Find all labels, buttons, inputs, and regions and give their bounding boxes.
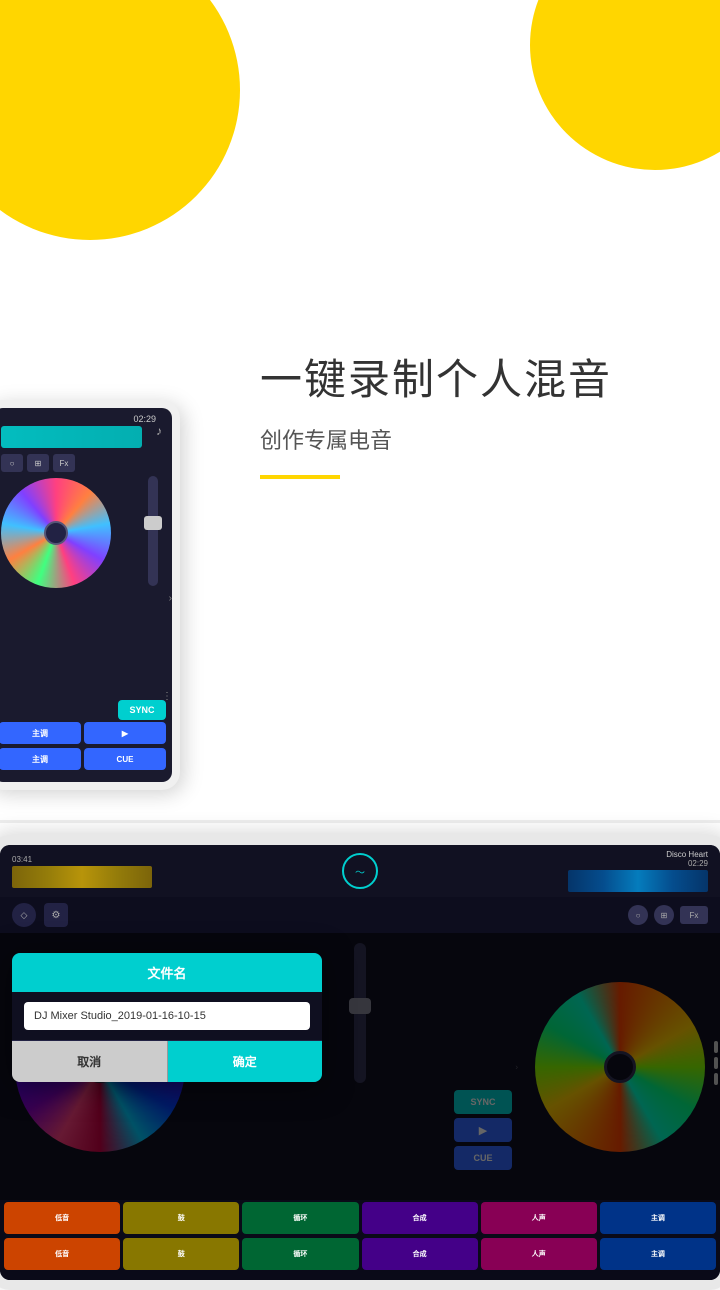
tt-time-display: 02:29: [133, 414, 156, 424]
tt-note-icon: ♪: [156, 424, 162, 438]
main-title: 一键录制个人混音: [260, 355, 710, 405]
bt-center-icon: 〜: [355, 864, 365, 879]
bt-pad-loop2[interactable]: 循环: [242, 1238, 358, 1270]
bt-right-time: 02:29: [688, 859, 708, 868]
bt-ctrl-fx[interactable]: Fx: [680, 906, 708, 924]
tt-ctrl-circle[interactable]: ○: [1, 454, 23, 472]
bt-controls-row: ◇ ⚙ ○ ⊞ Fx: [0, 897, 720, 933]
yellow-line-divider: [260, 475, 340, 479]
dialog-buttons: 取消 确定: [12, 1040, 322, 1082]
bt-pad-synth1[interactable]: 合成: [362, 1202, 478, 1234]
tablet-bottom: 03:41 〜 Disco Heart 02:29 ◇ ⚙ ○ ⊞ Fx: [0, 835, 720, 1290]
bt-waveform-right: [568, 870, 708, 892]
tt-fader[interactable]: [148, 476, 158, 586]
bt-left-time: 03:41: [12, 855, 152, 864]
bt-pad-vocal1[interactable]: 人声: [481, 1202, 597, 1234]
tt-disc-center: [44, 521, 68, 545]
bt-waveform-left: [12, 866, 152, 888]
tt-btn-play[interactable]: ▶: [84, 722, 166, 744]
blob-top-right: [530, 0, 720, 170]
tt-ctrl-eq[interactable]: ⊞: [27, 454, 49, 472]
bt-pad-synth2[interactable]: 合成: [362, 1238, 478, 1270]
bt-pad-master1[interactable]: 主调: [600, 1202, 716, 1234]
bt-pad-vocal2[interactable]: 人声: [481, 1238, 597, 1270]
tablet-bottom-screen: 03:41 〜 Disco Heart 02:29 ◇ ⚙ ○ ⊞ Fx: [0, 845, 720, 1280]
blob-top-left: [0, 0, 240, 240]
tt-disc[interactable]: [1, 478, 111, 588]
tt-btn-cue[interactable]: CUE: [84, 748, 166, 770]
bt-diamond-icon[interactable]: ◇: [12, 903, 36, 927]
bt-pad-bass2[interactable]: 低音: [4, 1238, 120, 1270]
tt-waveform: [1, 426, 142, 448]
bt-pad-loop1[interactable]: 循环: [242, 1202, 358, 1234]
tt-arrow-right: ›: [169, 593, 172, 604]
section-divider: [0, 820, 720, 823]
bt-pad-bass1[interactable]: 低音: [4, 1202, 120, 1234]
bt-header: 03:41 〜 Disco Heart 02:29: [0, 845, 720, 897]
bt-ctrl-circle[interactable]: ○: [628, 905, 648, 925]
tt-sync-button[interactable]: SYNC: [118, 700, 166, 720]
tablet-top: 02:29 ♪ ○ ⊞ Fx › ⋮ SYNC 主调 ▶ 主调 C: [0, 400, 180, 790]
tt-ctrl-fx[interactable]: Fx: [53, 454, 75, 472]
dialog-title: 文件名: [12, 953, 322, 992]
tt-controls: ○ ⊞ Fx: [1, 454, 75, 472]
dialog-filename-input[interactable]: [24, 1002, 310, 1030]
bt-ctrl-eq[interactable]: ⊞: [654, 905, 674, 925]
bt-track-name: Disco Heart: [666, 850, 708, 859]
bt-bottom-rows: 低音 鼓 循环 合成 人声 主调 低音 鼓 循环 合成 人声 主调: [0, 1200, 720, 1280]
tt-btn-master1[interactable]: 主调: [0, 722, 81, 744]
tt-btn-row1: 主调 ▶: [0, 722, 166, 744]
bt-pad-drum2[interactable]: 鼓: [123, 1238, 239, 1270]
tt-fader-thumb: [144, 516, 162, 530]
bt-controls-right: ○ ⊞ Fx: [628, 905, 708, 925]
tt-btn-row2: 主调 CUE: [0, 748, 166, 770]
dialog-overlay: 文件名 取消 确定: [0, 933, 720, 1200]
dialog-confirm-button[interactable]: 确定: [168, 1041, 323, 1082]
text-section: 一键录制个人混音 创作专属电音: [260, 355, 710, 479]
bt-pad-master2[interactable]: 主调: [600, 1238, 716, 1270]
bt-pad-drum1[interactable]: 鼓: [123, 1202, 239, 1234]
dialog-box: 文件名 取消 确定: [12, 953, 322, 1082]
bt-center-logo: 〜: [342, 853, 378, 889]
bt-gear-icon[interactable]: ⚙: [44, 903, 68, 927]
bt-track-left: 03:41: [12, 855, 152, 888]
bt-track-right: Disco Heart 02:29: [568, 850, 708, 892]
bt-btn-row-1: 低音 鼓 循环 合成 人声 主调: [0, 1200, 720, 1236]
bt-btn-row-2: 低音 鼓 循环 合成 人声 主调: [0, 1236, 720, 1272]
tt-btn-master2[interactable]: 主调: [0, 748, 81, 770]
dialog-cancel-button[interactable]: 取消: [12, 1041, 168, 1082]
tablet-top-screen: 02:29 ♪ ○ ⊞ Fx › ⋮ SYNC 主调 ▶ 主调 C: [0, 408, 172, 782]
dialog-input-row: [12, 992, 322, 1040]
sub-title: 创作专属电音: [260, 423, 710, 455]
